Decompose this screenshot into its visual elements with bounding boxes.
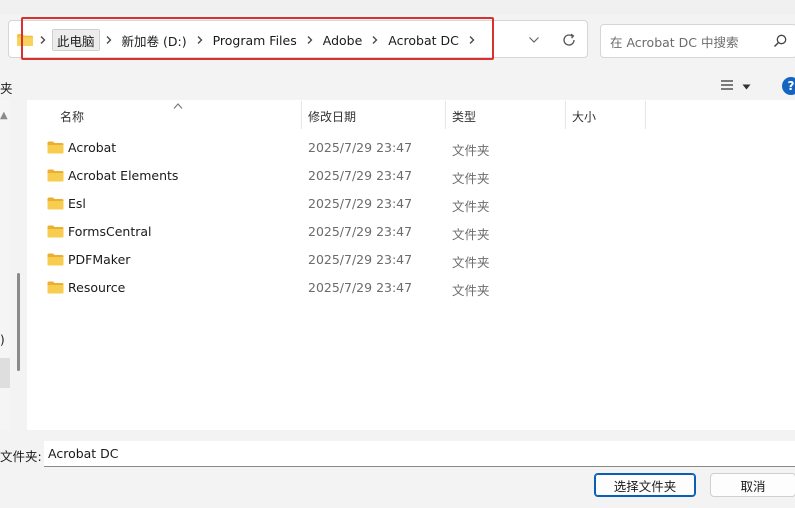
column-divider[interactable]	[565, 101, 566, 129]
folder-icon	[47, 281, 64, 297]
select-folder-button[interactable]: 选择文件夹	[594, 473, 696, 497]
file-row[interactable]: Resource 2025/7/29 23:47 文件夹	[27, 274, 647, 302]
file-type: 文件夹	[452, 283, 490, 298]
folder-icon	[16, 33, 34, 47]
file-row[interactable]: Acrobat 2025/7/29 23:47 文件夹	[27, 134, 647, 162]
breadcrumb-item-drive-d[interactable]: 新加卷 (D:)	[118, 29, 191, 51]
column-divider[interactable]	[645, 101, 646, 129]
folder-name-field[interactable]	[44, 441, 795, 467]
chevron-right-icon[interactable]	[463, 29, 481, 51]
toolbar-new-folder-label[interactable]: 夹	[0, 78, 13, 97]
folder-icon	[47, 253, 64, 269]
chevron-right-icon[interactable]	[100, 29, 118, 51]
file-row[interactable]: Esl 2025/7/29 23:47 文件夹	[27, 190, 647, 218]
file-name: FormsCentral	[68, 224, 152, 239]
title-strip	[0, 0, 795, 14]
file-name: Esl	[68, 196, 86, 211]
file-row[interactable]: FormsCentral 2025/7/29 23:47 文件夹	[27, 218, 647, 246]
file-date: 2025/7/29 23:47	[308, 280, 413, 295]
column-header-size[interactable]: 大小	[572, 108, 596, 125]
file-type: 文件夹	[452, 199, 490, 214]
file-name: Acrobat Elements	[68, 168, 179, 183]
caret-down-icon	[742, 79, 751, 93]
breadcrumb: 此电脑 新加卷 (D:) Program Files Adobe Acrobat…	[16, 29, 481, 51]
folder-icon	[47, 225, 64, 241]
refresh-icon[interactable]	[560, 31, 578, 49]
folder-icon	[47, 197, 64, 213]
view-options-button[interactable]	[720, 78, 760, 94]
list-view-icon	[720, 79, 734, 94]
cancel-button[interactable]: 取消	[710, 473, 795, 497]
search-placeholder: 在 Acrobat DC 中搜索	[610, 35, 739, 50]
file-date: 2025/7/29 23:47	[308, 140, 413, 155]
folder-icon	[47, 169, 64, 185]
file-name: Resource	[68, 280, 126, 295]
nav-item-fragment: )	[0, 333, 5, 347]
sort-ascending-icon	[173, 99, 183, 109]
chevron-right-icon[interactable]	[301, 29, 319, 51]
chevron-right-icon[interactable]	[191, 29, 209, 51]
column-header-type[interactable]: 类型	[452, 108, 476, 125]
chevron-right-icon[interactable]	[366, 29, 384, 51]
file-date: 2025/7/29 23:47	[308, 252, 413, 267]
file-type: 文件夹	[452, 143, 490, 158]
chevron-down-icon[interactable]	[526, 32, 542, 48]
folder-icon	[47, 141, 64, 157]
search-icon[interactable]	[772, 33, 788, 49]
file-row[interactable]: Acrobat Elements 2025/7/29 23:47 文件夹	[27, 162, 647, 190]
file-name: PDFMaker	[68, 252, 131, 267]
column-divider[interactable]	[301, 101, 302, 129]
breadcrumb-item-program-files[interactable]: Program Files	[209, 29, 301, 51]
file-date: 2025/7/29 23:47	[308, 196, 413, 211]
file-name: Acrobat	[68, 140, 117, 155]
column-header-date[interactable]: 修改日期	[308, 108, 356, 125]
nav-selected-item[interactable]	[0, 358, 10, 388]
file-type: 文件夹	[452, 255, 490, 270]
file-type: 文件夹	[452, 227, 490, 242]
breadcrumb-item-this-pc[interactable]: 此电脑	[52, 29, 100, 51]
column-header-name[interactable]: 名称	[60, 108, 84, 125]
file-date: 2025/7/29 23:47	[308, 224, 413, 239]
file-row[interactable]: PDFMaker 2025/7/29 23:47 文件夹	[27, 246, 647, 274]
breadcrumb-item-acrobat-dc[interactable]: Acrobat DC	[384, 29, 463, 51]
help-button[interactable]: ?	[782, 77, 795, 95]
folder-field-label: 文件夹:	[0, 449, 42, 464]
chevron-right-icon[interactable]	[34, 29, 52, 51]
breadcrumb-item-adobe[interactable]: Adobe	[319, 29, 367, 51]
file-type: 文件夹	[452, 171, 490, 186]
nav-scrollbar[interactable]	[17, 273, 20, 371]
column-divider[interactable]	[445, 101, 446, 129]
file-date: 2025/7/29 23:47	[308, 168, 413, 183]
nav-scroll-up-icon[interactable]: ▲	[0, 110, 8, 121]
